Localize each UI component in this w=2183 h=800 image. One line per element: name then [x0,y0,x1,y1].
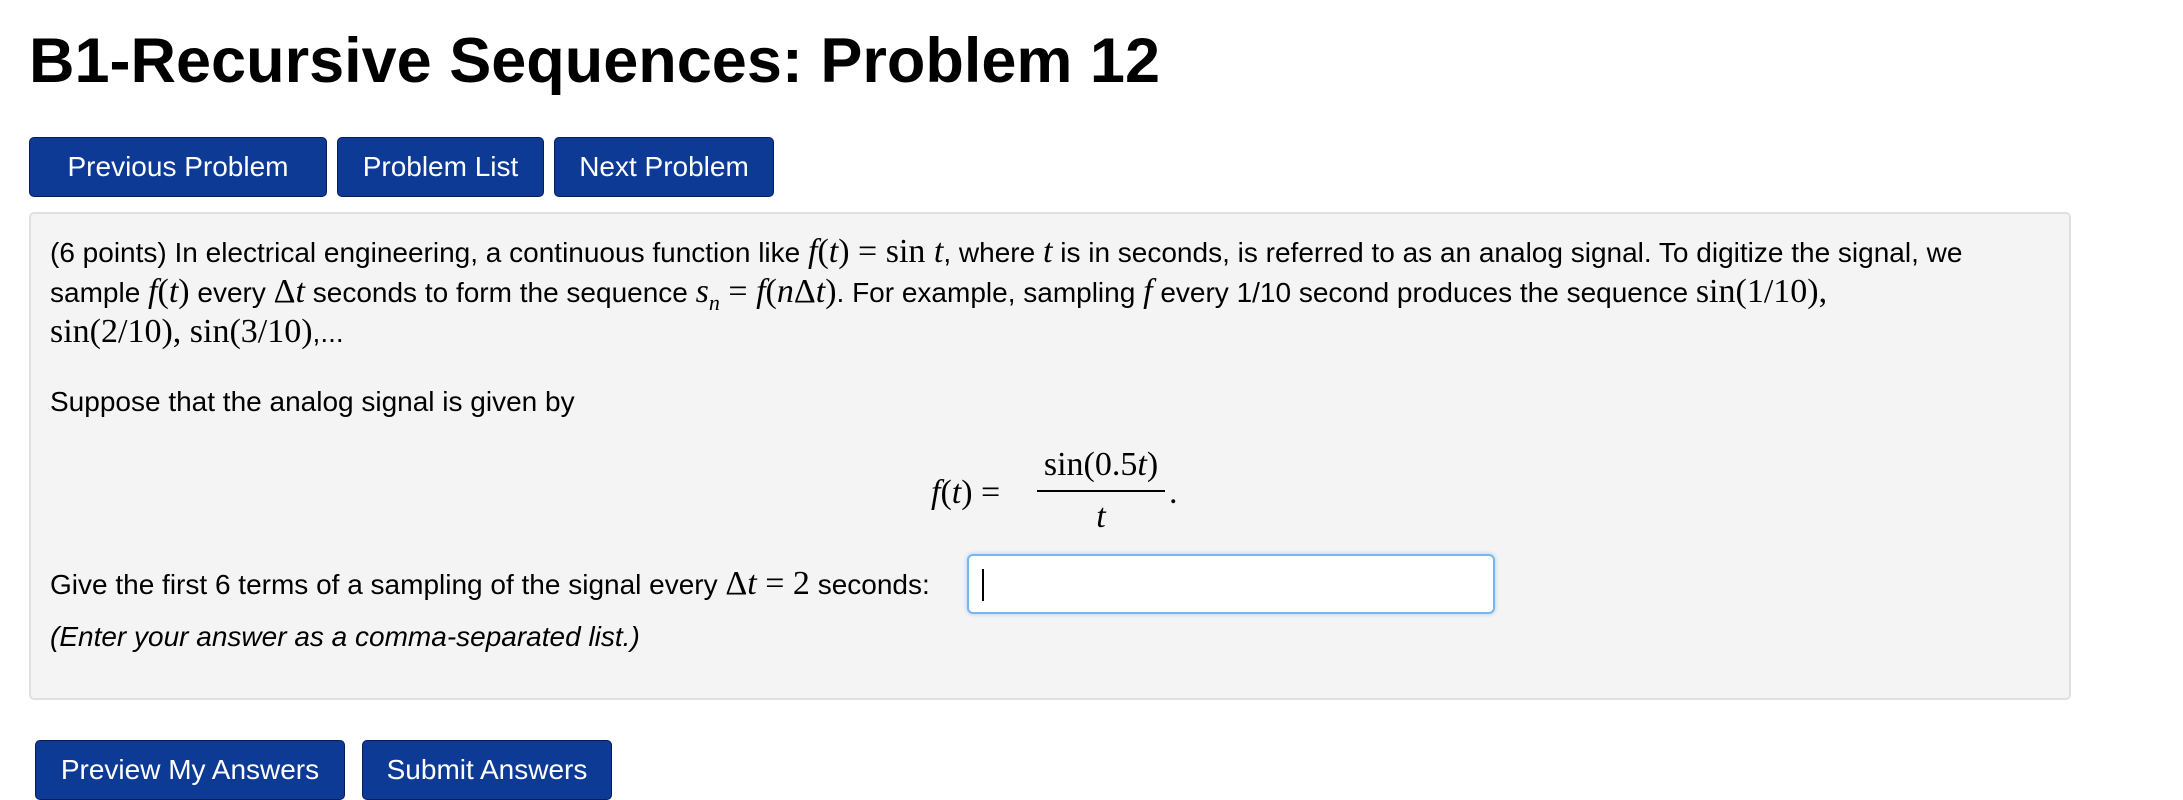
problem-statement-line-3: sin(2/10), sin(3/10),... [50,313,344,350]
fraction-bar [1037,490,1165,492]
text-caret [982,569,984,601]
page-title: B1-Recursive Sequences: Problem 12 [29,26,1160,96]
math-f-of-t: f(t) = sin t [808,233,944,270]
previous-problem-button[interactable]: Previous Problem [29,137,327,197]
problem-statement-line-1: (6 points) In electrical engineering, a … [50,233,1963,270]
fraction: sin(0.5t) t [1037,444,1165,538]
problem-list-button[interactable]: Problem List [337,137,544,197]
answer-format-hint: (Enter your answer as a comma-separated … [50,621,640,652]
math-sequence-definition: sn = f(nΔt) [695,273,837,315]
submit-answers-button[interactable]: Submit Answers [362,740,612,800]
answer-input[interactable] [967,554,1495,614]
next-problem-button[interactable]: Next Problem [554,137,774,197]
suppose-text: Suppose that the analog signal is given … [50,386,575,417]
preview-answers-button[interactable]: Preview My Answers [35,740,345,800]
question-text: Give the first 6 terms of a sampling of … [50,565,930,602]
problem-body: (6 points) In electrical engineering, a … [29,212,2071,700]
